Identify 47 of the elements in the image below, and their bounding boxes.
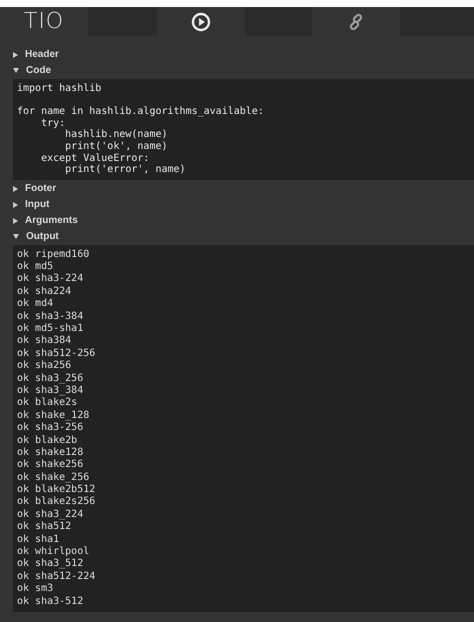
output-line: ok md4 [17, 298, 54, 310]
output-line: ok sha3-384 [17, 310, 84, 322]
output-line: ok sha3_256 [17, 372, 84, 384]
caret-icon [13, 234, 19, 240]
caret-icon [13, 218, 18, 224]
output-line: ok blake2s256 [17, 496, 96, 508]
section-header[interactable]: Arguments [13, 212, 474, 229]
output-line: ok blake2b [17, 434, 78, 446]
section-header[interactable]: Input [13, 196, 474, 213]
section-header[interactable]: Code [13, 62, 474, 79]
output-line: ok sm3 [17, 583, 54, 594]
output-line: ok sha3_512 [17, 558, 84, 570]
output-line: ok sha512-224 [17, 570, 96, 582]
output-line: ok sha3-256 [17, 422, 84, 434]
code-editor[interactable]: import hashlib for name in hashlib.algorithms_available: try: hashlib.new(name) print('ok', name) except ValueError: print('error', name) [13, 78, 474, 180]
output-line: ok blake2b512 [17, 484, 96, 496]
output-line: ok sha384 [17, 335, 72, 346]
output-line: ok shake256 [17, 459, 84, 470]
output-line: ok shake128 [17, 446, 84, 458]
output-line: ok md5-sha1 [17, 323, 84, 334]
section-header[interactable]: Header [13, 47, 474, 63]
output-line: ok sha3-224 [17, 273, 84, 284]
chain-link-icon[interactable] [347, 12, 365, 30]
output-line: ok shake_256 [17, 472, 90, 483]
output-line: ok sha3-512 [17, 596, 84, 607]
section-header[interactable]: Footer [13, 180, 474, 197]
output-line: ok whirlpool [17, 546, 90, 558]
output-line: ok md5 [17, 261, 54, 272]
output-line: ok sha256 [17, 360, 72, 372]
output-line: ok sha512-256 [17, 348, 96, 359]
caret-icon [13, 186, 18, 192]
output-line: ok sha3_224 [17, 508, 84, 520]
output-line: ok sha1 [17, 534, 60, 545]
output-line: ok sha3_384 [17, 384, 84, 396]
output-line: ok sha224 [17, 286, 72, 297]
permalink-button[interactable] [312, 7, 400, 36]
caret-icon [13, 68, 19, 74]
output-line: ok blake2s [17, 397, 78, 408]
section-header[interactable]: Output [13, 228, 474, 245]
code-text: import hashlib for name in hashlib.algorithms_available: try: hashlib.new(name) print('ok', name) except ValueError: print('error', name) [17, 82, 265, 176]
caret-icon [13, 202, 18, 208]
caret-icon [13, 52, 18, 58]
run-icon[interactable] [191, 12, 211, 32]
run-button[interactable] [157, 7, 245, 36]
output-line: ok shake_128 [17, 410, 90, 421]
output-line: ok sha512 [17, 521, 72, 532]
output-line: ok ripemd160 [17, 248, 90, 260]
